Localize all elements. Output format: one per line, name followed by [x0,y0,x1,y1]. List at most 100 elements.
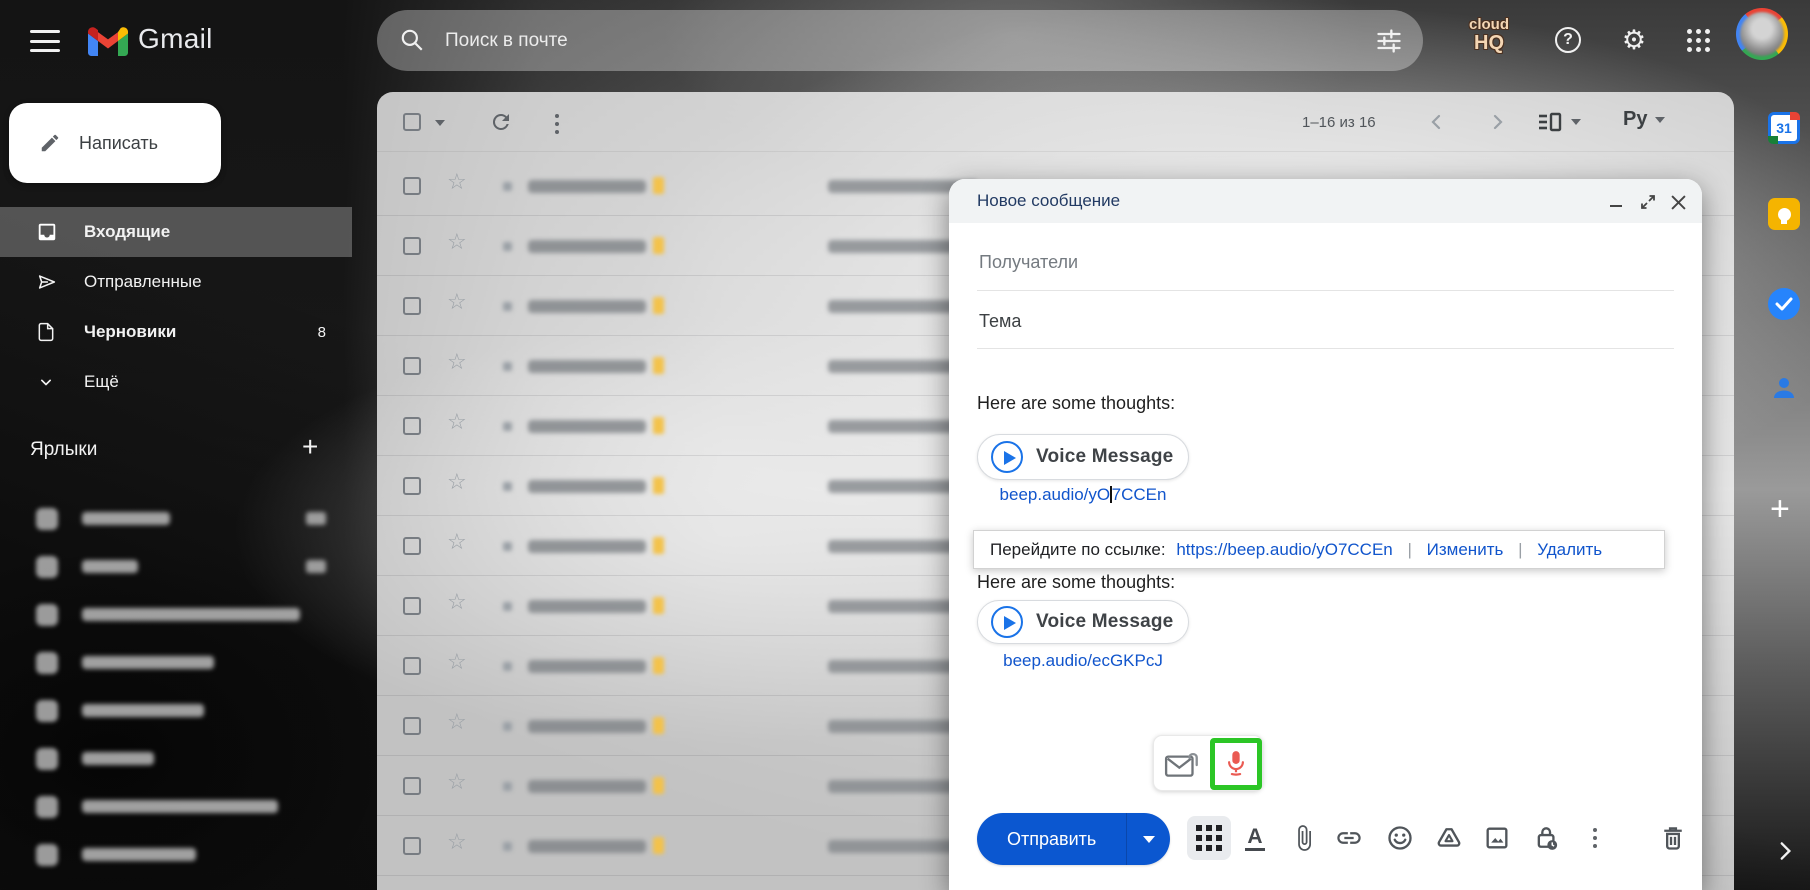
star-icon[interactable]: ☆ [447,171,467,193]
more-options-icon[interactable] [555,114,559,134]
search-filter-icon[interactable] [1375,27,1403,55]
row-checkbox[interactable] [403,417,421,435]
cloudhq-extension-icon[interactable]: cloud HQ [1460,17,1518,53]
label-icon [36,652,58,674]
play-icon[interactable] [991,441,1023,473]
importance-marker-blurred [503,482,512,491]
select-all-checkbox[interactable] [403,113,421,131]
reading-pane-toggle[interactable] [1537,110,1581,134]
account-avatar[interactable] [1736,8,1788,60]
body-paragraph[interactable]: Here are some thoughts: [977,393,1175,414]
star-icon[interactable]: ☆ [447,411,467,433]
minimize-icon[interactable] [1604,190,1628,214]
expand-icon[interactable] [1636,190,1660,214]
subject-field[interactable] [977,295,1674,347]
send-button[interactable]: Отправить [977,813,1127,865]
hamburger-menu-icon[interactable] [28,26,62,56]
add-label-button[interactable]: + [302,431,318,463]
star-icon[interactable]: ☆ [447,351,467,373]
row-checkbox[interactable] [403,537,421,555]
tooltip-url-link[interactable]: https://beep.audio/yO7CCEn [1176,540,1392,559]
older-page-chevron-icon[interactable] [1485,110,1509,134]
star-icon[interactable]: ☆ [447,831,467,853]
label-item[interactable] [0,591,352,639]
label-tag-blurred [653,357,664,374]
tooltip-delete-link[interactable]: Удалить [1537,540,1602,559]
label-item[interactable] [0,543,352,591]
play-icon[interactable] [991,606,1023,638]
voice-message-link[interactable]: beep.audio/yO7CCEn [977,485,1189,505]
compose-button[interactable]: Написать [9,103,221,183]
search-input[interactable] [443,10,1303,71]
voice-message-button[interactable]: Voice Message [977,600,1189,644]
row-checkbox[interactable] [403,177,421,195]
collapse-panel-chevron-icon[interactable] [1772,838,1798,864]
row-checkbox[interactable] [403,717,421,735]
input-language-selector[interactable]: Ру [1623,108,1666,131]
label-icon [36,748,58,770]
star-icon[interactable]: ☆ [447,471,467,493]
more-options-icon[interactable] [1581,823,1609,853]
compose-header[interactable]: Новое сообщение [949,179,1702,223]
row-checkbox[interactable] [403,237,421,255]
calendar-icon[interactable]: 31 [1768,112,1800,144]
row-checkbox[interactable] [403,837,421,855]
star-icon[interactable]: ☆ [447,291,467,313]
keep-icon[interactable] [1768,198,1800,230]
refresh-icon[interactable] [489,110,513,134]
contacts-icon[interactable] [1768,372,1800,404]
label-item[interactable] [0,783,352,831]
label-item[interactable] [0,831,352,879]
voice-message-link[interactable]: beep.audio/ecGKPcJ [977,651,1189,671]
voice-message-button[interactable]: Voice Message [977,434,1189,480]
sidebar-item-inbox[interactable]: Входящие [0,207,352,257]
send-options-dropdown[interactable] [1126,813,1171,865]
email-voice-icon[interactable] [1164,748,1202,780]
discard-draft-icon[interactable] [1659,823,1687,853]
star-icon[interactable]: ☆ [447,591,467,613]
tooltip-edit-link[interactable]: Изменить [1427,540,1504,559]
label-item[interactable] [0,495,352,543]
gmail-logo-icon [88,27,128,56]
row-checkbox[interactable] [403,477,421,495]
google-apps-button[interactable] [1680,22,1716,58]
label-item[interactable] [0,687,352,735]
star-icon[interactable]: ☆ [447,771,467,793]
insert-emoji-icon[interactable] [1386,823,1414,853]
row-checkbox[interactable] [403,657,421,675]
newer-page-chevron-icon[interactable] [1425,110,1449,134]
compose-window: Новое сообщение Here are some thoughts: … [949,179,1702,890]
side-panel-add-button[interactable]: + [1770,492,1790,526]
close-icon[interactable] [1666,190,1690,214]
insert-from-drive-icon[interactable] [1435,823,1463,853]
row-checkbox[interactable] [403,777,421,795]
more-send-apps-button[interactable] [1187,816,1231,860]
record-voice-button-highlighted[interactable] [1210,738,1262,790]
search-icon[interactable] [399,27,425,53]
star-icon[interactable]: ☆ [447,711,467,733]
formatting-options-button[interactable]: A [1241,823,1269,853]
insert-link-icon[interactable] [1335,823,1363,853]
insert-photo-icon[interactable] [1483,823,1511,853]
star-icon[interactable]: ☆ [447,231,467,253]
star-icon[interactable]: ☆ [447,651,467,673]
sidebar-item-sent[interactable]: Отправленные [0,257,352,307]
recipients-field[interactable] [977,235,1674,289]
label-item[interactable] [0,735,352,783]
tasks-icon[interactable] [1768,288,1800,320]
label-item[interactable] [0,639,352,687]
sidebar-item-more[interactable]: Ещё [0,357,352,407]
row-checkbox[interactable] [403,357,421,375]
row-checkbox[interactable] [403,597,421,615]
sidebar-item-drafts[interactable]: Черновики 8 [0,307,352,357]
labels-header: Ярлыки + [0,431,352,473]
select-dropdown-icon[interactable] [435,120,445,126]
attach-file-icon[interactable] [1290,823,1318,853]
star-icon[interactable]: ☆ [447,531,467,553]
body-paragraph[interactable]: Here are some thoughts: [977,572,1175,593]
row-checkbox[interactable] [403,297,421,315]
settings-button[interactable]: ⚙ [1616,22,1652,58]
search-bar[interactable] [377,10,1423,71]
confidential-mode-icon[interactable] [1533,823,1561,853]
help-button[interactable]: ? [1550,22,1586,58]
